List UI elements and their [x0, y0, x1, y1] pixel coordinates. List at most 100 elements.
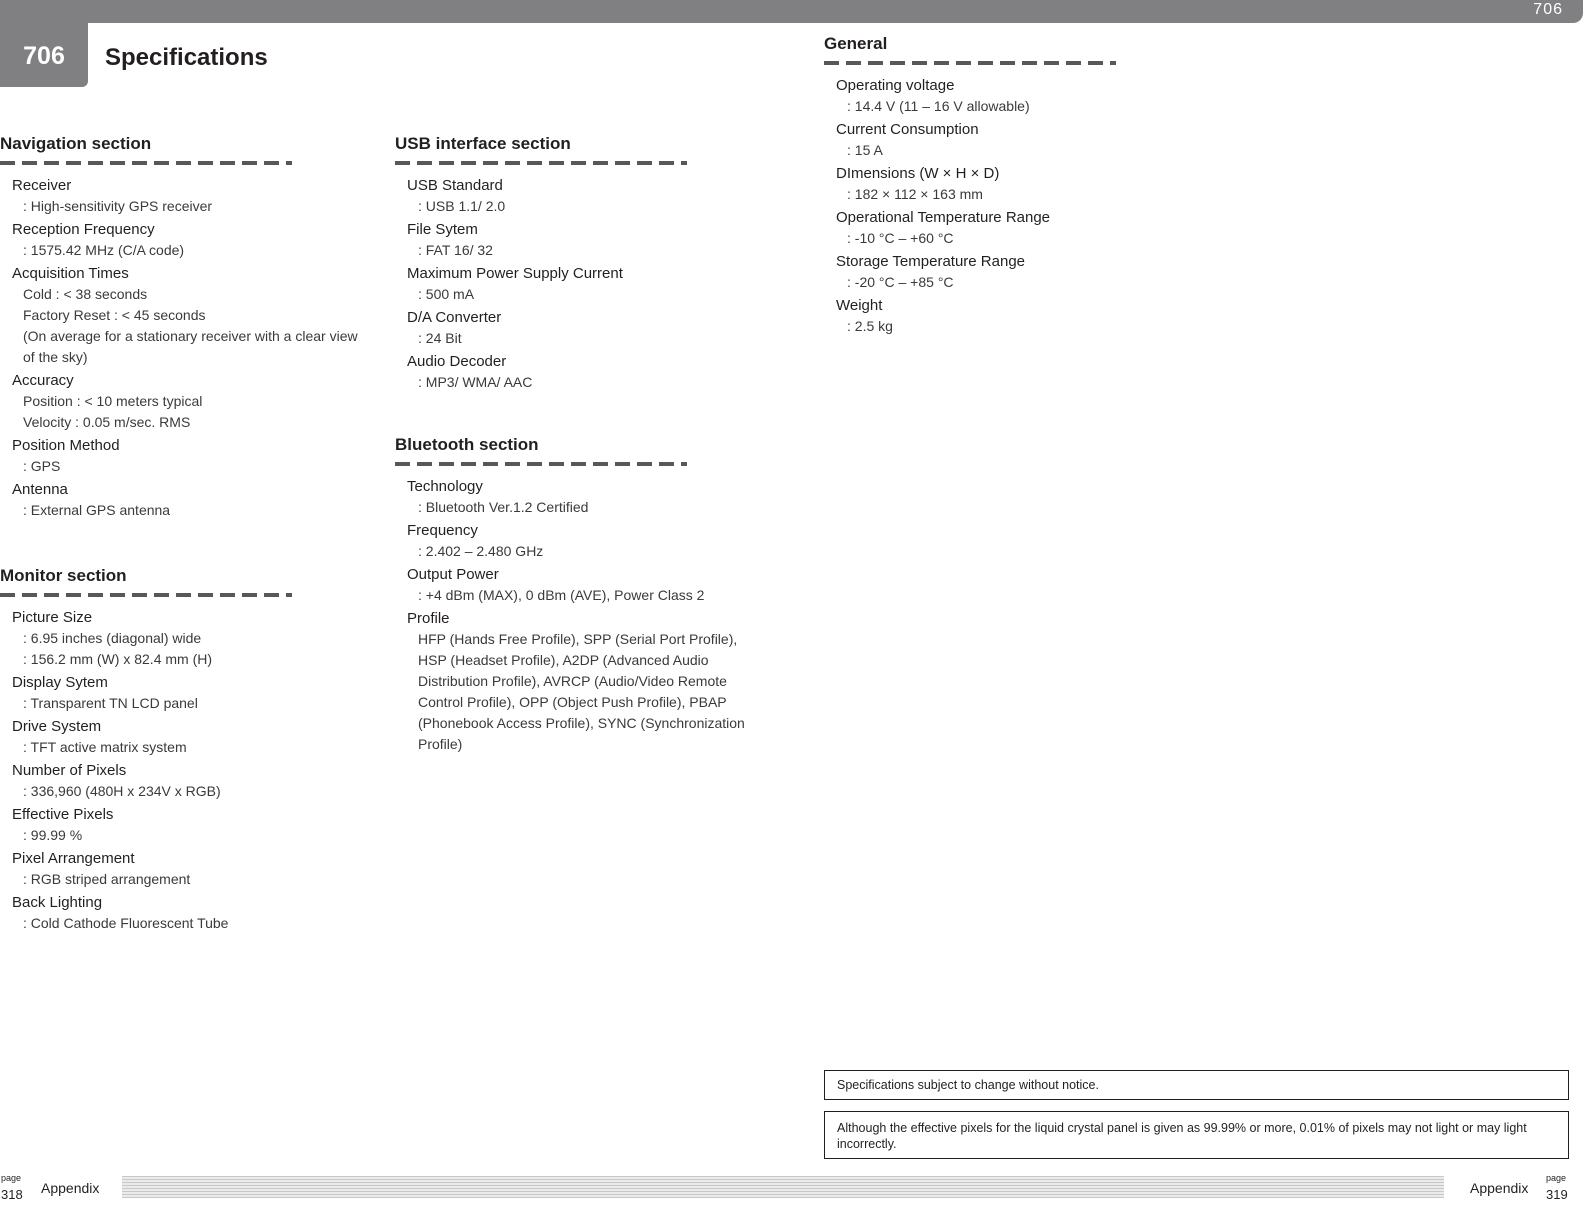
spec-label: Back Lighting — [12, 894, 103, 911]
spec-value: : GPS — [23, 458, 61, 474]
spec-item: Output Power : +4 dBm (MAX), 0 dBm (AVE),… — [407, 564, 745, 606]
spec-label: Display Sytem — [12, 674, 108, 691]
section-divider — [395, 462, 687, 466]
spec-value: : High-sensitivity GPS receiver — [23, 198, 213, 214]
spec-label: Frequency — [407, 522, 478, 539]
spec-value: : 6.95 inches (diagonal) wide — [23, 630, 202, 646]
spec-value: : 24 Bit — [418, 330, 462, 346]
spec-label: Accuracy — [12, 372, 74, 389]
spec-item: D/A Converter : 24 Bit — [407, 307, 755, 349]
navigation-section: Navigation section Receiver: High-sensit… — [0, 133, 360, 523]
spec-list: Operating voltage: 14.4 V (11 – 16 V all… — [824, 75, 1224, 337]
spec-item: Back Lighting : Cold Cathode Fluorescent … — [12, 892, 360, 934]
spec-value: : MP3/ WMA/ AAC — [418, 374, 533, 390]
spec-list: USB Standard: USB 1.1/ 2.0 File Sytem : FA… — [395, 175, 755, 393]
spec-label: Drive System — [12, 718, 102, 735]
spec-label: File Sytem — [407, 221, 478, 238]
spec-value: : +4 dBm (MAX), 0 dBm (AVE), Power Class… — [418, 587, 705, 603]
spec-item: Antenna : External GPS antenna — [12, 479, 360, 521]
spec-value: : 1575.42 MHz (C/A code) — [23, 242, 185, 258]
spec-label: Output Power — [407, 566, 499, 583]
section-divider — [824, 61, 1116, 65]
spec-label: Operational Temperature Range — [836, 209, 1051, 226]
spec-value: : 99.99 % — [23, 827, 83, 843]
footer-stripe-decoration — [122, 1176, 1444, 1198]
spec-label: Weight — [836, 297, 883, 314]
spec-label: D/A Converter — [407, 309, 502, 326]
spec-value: (On average for a stationary receiver wi… — [23, 328, 358, 365]
spec-item: Accuracy Position : < 10 meters typical Ve… — [12, 370, 360, 433]
spec-value: : Transparent TN LCD panel — [23, 695, 198, 711]
spec-item: Weight : 2.5 kg — [836, 295, 1224, 337]
change-notice-box: Specifications subject to change without… — [824, 1070, 1569, 1100]
spec-label: Maximum Power Supply Current — [407, 265, 623, 282]
spec-item: Reception Frequency: 1575.42 MHz (C/A co… — [12, 219, 360, 261]
spec-value: : -10 °C – +60 °C — [847, 230, 954, 246]
header-chapter-number: 706 — [1533, 1, 1563, 18]
spec-label: USB Standard — [407, 177, 503, 194]
section-title: USB interface section — [395, 134, 571, 153]
footer-right-section: Appendix — [1470, 1180, 1529, 1196]
spec-list: Receiver: High-sensitivity GPS receiver R… — [0, 175, 360, 521]
spec-item: Picture Size : 6.95 inches (diagonal) wid… — [12, 607, 360, 670]
bluetooth-section: Bluetooth section Technology : Bluetooth … — [395, 434, 745, 757]
top-header-bar: 706 — [0, 0, 1583, 23]
footer-right-page-label: page — [1546, 1173, 1567, 1183]
spec-label: Operating voltage — [836, 77, 955, 94]
spec-value: HFP (Hands Free Profile), SPP (Serial Po… — [418, 631, 745, 752]
section-divider — [0, 161, 292, 165]
spec-item: File Sytem : FAT 16/ 32 — [407, 219, 755, 261]
spec-item: Storage Temperature Range : -20 °C – +85 … — [836, 251, 1224, 293]
spec-label: Current Consumption — [836, 121, 979, 138]
spec-value: Velocity : 0.05 m/sec. RMS — [23, 414, 191, 430]
section-divider — [395, 161, 687, 165]
spec-value: : Cold Cathode Fluorescent Tube — [23, 915, 229, 931]
spec-label: Technology — [407, 478, 483, 495]
spec-value: : 336,960 (480H x 234V x RGB) — [23, 783, 221, 799]
page-title: Specifications — [105, 44, 268, 71]
footer-left-page-number: 318 — [1, 1187, 23, 1202]
spec-label: Pixel Arrangement — [12, 850, 135, 867]
spec-label: Acquisition Times — [12, 265, 129, 282]
spec-label: DImensions (W × H × D) — [836, 165, 1000, 182]
spec-list: Picture Size : 6.95 inches (diagonal) wid… — [0, 607, 360, 934]
spec-item: Current Consumption: 15 A — [836, 119, 1224, 161]
spec-value: : 156.2 mm (W) x 82.4 mm (H) — [23, 651, 213, 667]
spec-label: Storage Temperature Range — [836, 253, 1026, 270]
spec-value: : 2.5 kg — [847, 318, 893, 334]
spec-label: Antenna — [12, 481, 68, 498]
spec-value: : FAT 16/ 32 — [418, 242, 493, 258]
spec-item: Frequency : 2.402 – 2.480 GHz — [407, 520, 745, 562]
spec-label: Effective Pixels — [12, 806, 114, 823]
spec-item: Technology : Bluetooth Ver.1.2 Certified — [407, 476, 745, 518]
footer-right-page-number: 319 — [1546, 1187, 1568, 1202]
spec-value: : Bluetooth Ver.1.2 Certified — [418, 499, 589, 515]
spec-value: : External GPS antenna — [23, 502, 171, 518]
spec-label: Picture Size — [12, 609, 93, 626]
spec-item: Operational Temperature Range : -10 °C – … — [836, 207, 1224, 249]
spec-item: USB Standard: USB 1.1/ 2.0 — [407, 175, 755, 217]
spec-item: Position Method : GPS — [12, 435, 360, 477]
spec-list: Technology : Bluetooth Ver.1.2 Certified F… — [395, 476, 745, 755]
spec-label: Position Method — [12, 437, 120, 454]
section-title: General — [824, 34, 888, 53]
spec-value: : -20 °C – +85 °C — [847, 274, 954, 290]
spec-label: Number of Pixels — [12, 762, 127, 779]
spec-label: Audio Decoder — [407, 353, 507, 370]
chapter-number: 706 — [23, 42, 65, 70]
usb-interface-section: USB interface section USB Standard: USB … — [395, 133, 755, 395]
spec-item: Maximum Power Supply Current: 500 mA — [407, 263, 755, 305]
spec-value: : TFT active matrix system — [23, 739, 187, 755]
spec-value: : 182 × 112 × 163 mm — [847, 186, 983, 202]
spec-value: : 2.402 – 2.480 GHz — [418, 543, 544, 559]
spec-item: DImensions (W × H × D) : 182 × 112 × 163 … — [836, 163, 1224, 205]
spec-value: Cold : < 38 seconds — [23, 286, 148, 302]
general-section: General Operating voltage: 14.4 V (11 – … — [824, 33, 1224, 339]
spec-value: : RGB striped arrangement — [23, 871, 191, 887]
pixel-notice-box: Although the effective pixels for the li… — [824, 1111, 1569, 1159]
chapter-tab: 706 — [0, 0, 88, 87]
spec-item: Drive System : TFT active matrix system — [12, 716, 360, 758]
spec-item: Operating voltage: 14.4 V (11 – 16 V all… — [836, 75, 1224, 117]
section-divider — [0, 593, 292, 597]
section-title: Bluetooth section — [395, 435, 539, 454]
